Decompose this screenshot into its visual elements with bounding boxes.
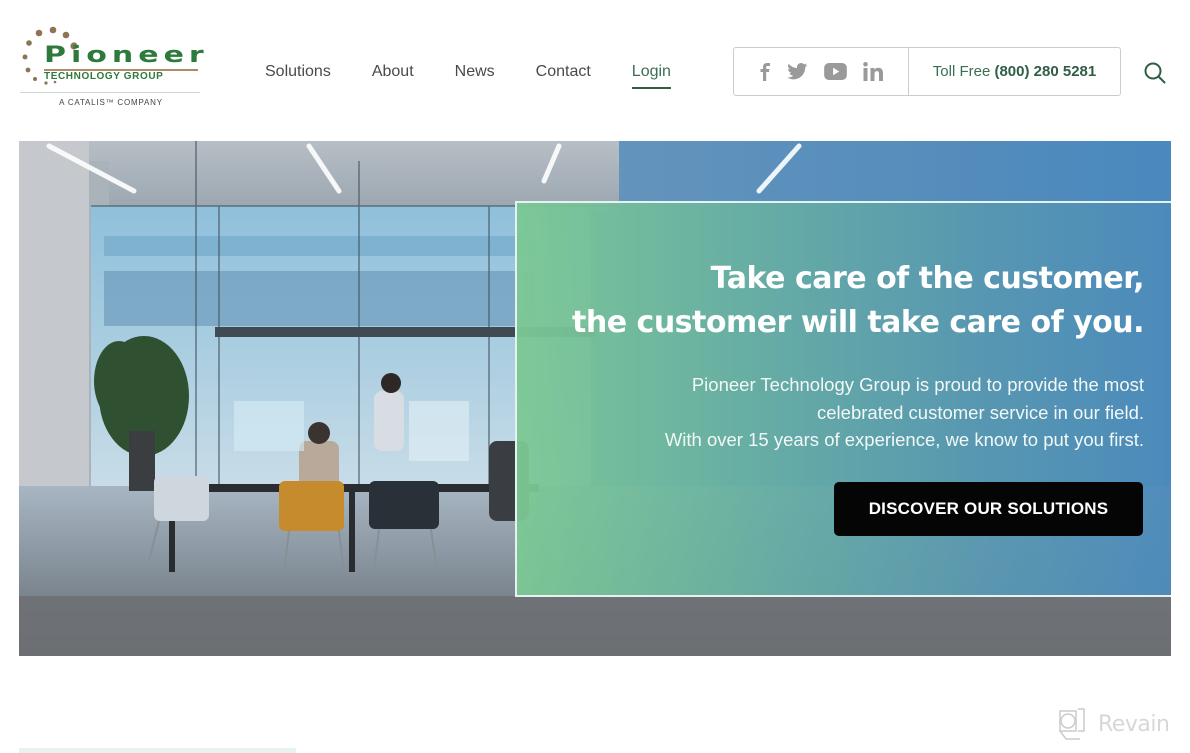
main-nav: Solutions About News Contact Login <box>265 63 712 89</box>
company-logo[interactable]: Pioneer TECHNOLOGY GROUP A CATALIS™ COMP… <box>20 24 204 110</box>
toll-free-label: Toll Free <box>932 63 991 80</box>
phone-number[interactable]: (800) 280 5281 <box>994 63 1096 80</box>
logo-tagline: A CATALIS™ COMPANY <box>59 98 163 107</box>
hero-description-line2: celebrated customer service in our field… <box>817 401 1144 423</box>
discover-solutions-button[interactable]: DISCOVER OUR SOLUTIONS <box>834 482 1143 536</box>
hero-headline: Take care of the customer, the customer … <box>572 257 1144 345</box>
revain-logo-icon <box>1059 708 1085 740</box>
search-button[interactable] <box>1143 61 1167 85</box>
twitter-icon[interactable] <box>787 63 808 80</box>
hero-description: Pioneer Technology Group is proud to pro… <box>665 371 1144 454</box>
social-links <box>734 48 909 95</box>
nav-item-about[interactable]: About <box>372 63 414 81</box>
hero-description-line3: With over 15 years of experience, we kno… <box>664 429 1144 450</box>
nav-item-news[interactable]: News <box>455 63 495 81</box>
logo-divider <box>20 92 200 93</box>
contact-bar: Toll Free (800) 280 5281 <box>733 47 1121 96</box>
next-section-edge <box>19 748 296 753</box>
linkedin-icon[interactable] <box>863 62 883 81</box>
facebook-icon[interactable] <box>759 62 771 81</box>
hero-headline-line1: Take care of the customer, <box>710 261 1145 296</box>
youtube-icon[interactable] <box>824 63 847 80</box>
nav-item-login[interactable]: Login <box>631 63 672 89</box>
logo-wordmark: Pioneer <box>44 41 209 68</box>
hero-message-panel: Take care of the customer, the customer … <box>515 201 1171 597</box>
nav-item-solutions[interactable]: Solutions <box>265 63 331 81</box>
search-icon <box>1144 62 1166 84</box>
logo-subtitle: TECHNOLOGY GROUP <box>44 71 164 82</box>
nav-item-contact[interactable]: Contact <box>536 63 591 81</box>
revain-label: Revain <box>1098 711 1170 737</box>
toll-free-phone[interactable]: Toll Free (800) 280 5281 <box>909 63 1120 80</box>
hero-description-line1: Pioneer Technology Group is proud to pro… <box>691 374 1144 395</box>
revain-watermark: Revain <box>1056 707 1170 741</box>
hero-headline-line2: the customer will take care of you. <box>572 305 1144 340</box>
hero-banner: Take care of the customer, the customer … <box>19 141 1171 656</box>
